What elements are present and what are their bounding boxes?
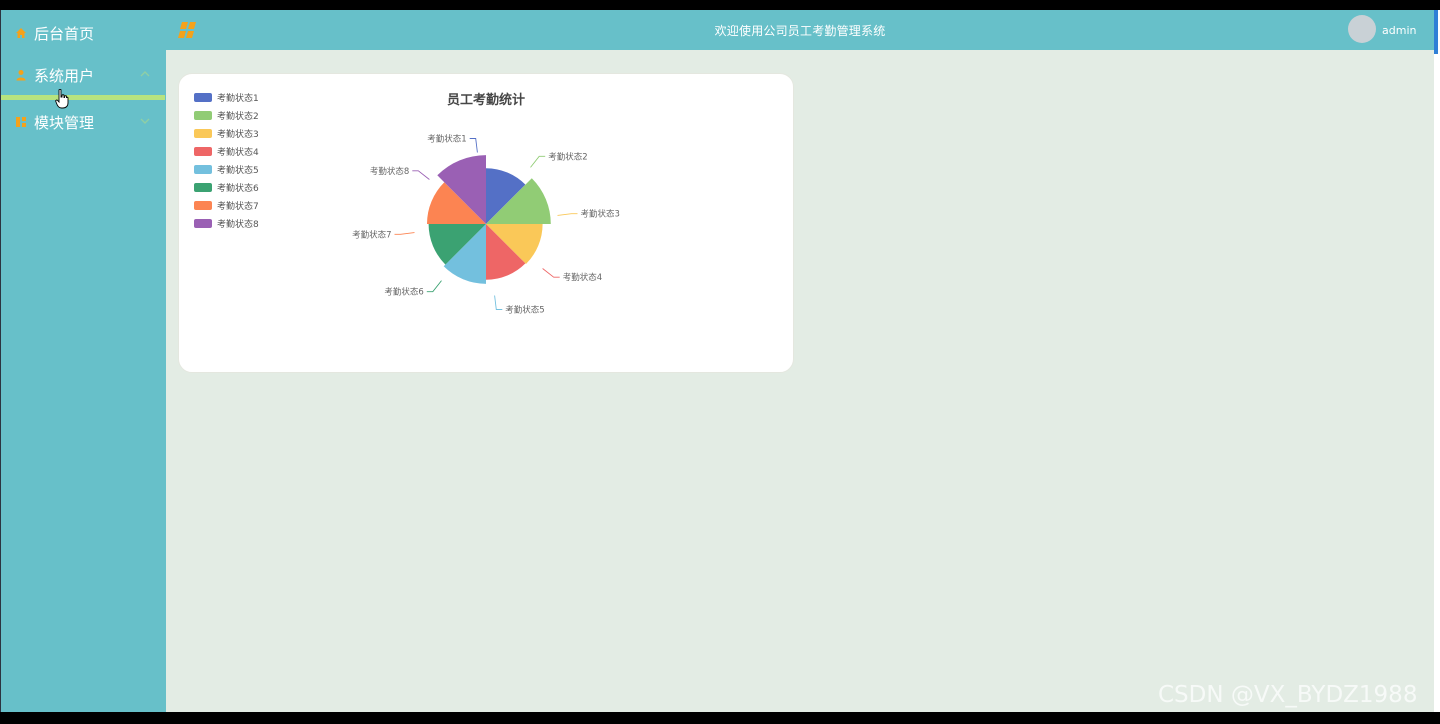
pie-label: 考勤状态4 bbox=[563, 272, 602, 283]
legend-swatch bbox=[194, 128, 212, 138]
legend-item[interactable]: 考勤状态7 bbox=[194, 196, 259, 214]
legend-swatch bbox=[194, 146, 212, 156]
legend-swatch bbox=[194, 182, 212, 192]
legend-label: 考勤状态8 bbox=[217, 219, 259, 230]
sidebar-item-label: 系统用户 bbox=[34, 66, 95, 85]
pie-label: 考勤状态2 bbox=[548, 151, 587, 162]
module-icon bbox=[16, 117, 26, 127]
legend-label: 考勤状态5 bbox=[217, 165, 259, 176]
pie-label: 考勤状态5 bbox=[505, 305, 544, 316]
sidebar-item-home[interactable]: 后台首页 bbox=[1, 16, 167, 50]
pie-label: 考勤状态1 bbox=[427, 134, 466, 145]
attendance-pie-chart: 考勤状态1 考勤状态2 考勤状态3 考勤状态4 考勤状态5 考勤状态6 考勤状态7 考勤状态8 bbox=[352, 134, 620, 316]
legend-item[interactable]: 考勤状态6 bbox=[194, 178, 259, 196]
sidebar-item-label: 后台首页 bbox=[34, 24, 95, 43]
user-icon bbox=[16, 70, 26, 81]
legend-item[interactable]: 考勤状态2 bbox=[194, 106, 259, 124]
legend-item[interactable]: 考勤状态1 bbox=[194, 88, 259, 106]
sidebar-item-label: 模块管理 bbox=[34, 113, 95, 132]
label-leader-line bbox=[542, 268, 560, 278]
label-leader-line bbox=[394, 232, 415, 235]
legend-label: 考勤状态3 bbox=[217, 129, 259, 140]
active-menu-indicator bbox=[1, 95, 165, 100]
legend-swatch bbox=[194, 200, 212, 210]
watermark: CSDN @VX_BYDZ1988 bbox=[1158, 682, 1418, 708]
label-leader-line bbox=[530, 155, 546, 168]
legend-swatch bbox=[194, 218, 212, 228]
sidebar-item-modules[interactable]: 模块管理 bbox=[1, 105, 167, 139]
label-leader-line bbox=[412, 170, 430, 180]
legend-label: 考勤状态7 bbox=[217, 201, 259, 212]
legend-item[interactable]: 考勤状态3 bbox=[194, 124, 259, 142]
sidebar: 后台首页 系统用户 模块管理 bbox=[0, 10, 167, 712]
main-content: 考勤状态1 考勤状态2 考勤状态3 考勤状态4 考勤状态5 考勤状态6 考勤状态7 考勤状态8… bbox=[166, 50, 1434, 712]
right-edge-panel bbox=[1434, 10, 1440, 712]
legend-item[interactable]: 考勤状态8 bbox=[194, 214, 259, 232]
legend-swatch bbox=[194, 110, 212, 120]
chart-title: 员工考勤统计 bbox=[446, 93, 525, 108]
label-leader-line bbox=[557, 213, 578, 216]
label-leader-line bbox=[426, 280, 442, 293]
label-leader-line bbox=[469, 138, 478, 153]
avatar[interactable] bbox=[1348, 15, 1376, 43]
chevron-down-icon[interactable] bbox=[139, 115, 151, 127]
label-leader-line bbox=[494, 295, 503, 310]
pie-label: 考勤状态7 bbox=[352, 229, 391, 240]
legend-swatch bbox=[194, 92, 212, 102]
legend-item[interactable]: 考勤状态4 bbox=[194, 142, 259, 160]
chart-card: 考勤状态1 考勤状态2 考勤状态3 考勤状态4 考勤状态5 考勤状态6 考勤状态7 考勤状态8… bbox=[178, 73, 794, 373]
home-icon bbox=[16, 28, 26, 38]
top-frame-band bbox=[0, 0, 1440, 10]
system-title: 欢迎使用公司员工考勤管理系统 bbox=[714, 24, 886, 38]
top-header: 欢迎使用公司员工考勤管理系统 admin bbox=[166, 10, 1434, 50]
legend-label: 考勤状态1 bbox=[217, 93, 259, 104]
legend-label: 考勤状态6 bbox=[217, 183, 259, 194]
legend-item[interactable]: 考勤状态5 bbox=[194, 160, 259, 178]
username-label[interactable]: admin bbox=[1382, 24, 1416, 37]
scroll-indicator bbox=[1434, 10, 1438, 54]
pie-label: 考勤状态3 bbox=[581, 209, 620, 220]
legend-label: 考勤状态2 bbox=[217, 111, 259, 122]
legend-label: 考勤状态4 bbox=[217, 147, 259, 158]
chart-legend: 考勤状态1 考勤状态2 考勤状态3 考勤状态4 考勤状态5 考勤状态6 考勤状态7 考勤状态8 bbox=[194, 88, 259, 232]
chevron-up-icon[interactable] bbox=[139, 68, 151, 80]
pie-label: 考勤状态8 bbox=[370, 166, 409, 177]
hand-cursor-icon bbox=[55, 89, 69, 109]
legend-swatch bbox=[194, 164, 212, 174]
pie-label: 考勤状态6 bbox=[384, 287, 423, 298]
bottom-frame-band bbox=[0, 712, 1440, 724]
sidebar-item-system-users[interactable]: 系统用户 bbox=[1, 58, 167, 92]
